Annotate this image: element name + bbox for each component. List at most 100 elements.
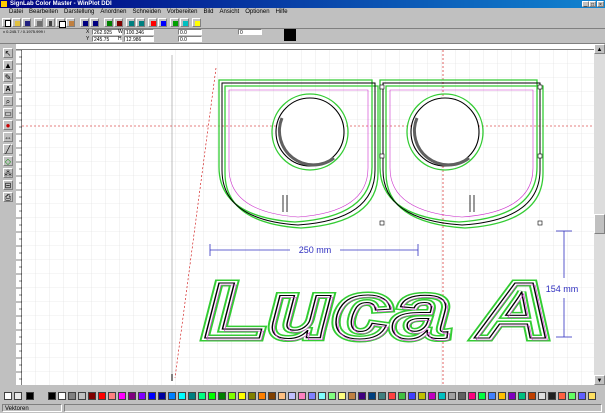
- scale-field[interactable]: 0: [238, 29, 262, 36]
- measure-icon[interactable]: ⇔: [3, 132, 13, 142]
- menu-item-datei[interactable]: Datei: [6, 8, 26, 17]
- palette-current-swatch[interactable]: [26, 392, 34, 400]
- menu-item-vorbereiten[interactable]: Vorbereiten: [164, 8, 201, 17]
- fill-button[interactable]: [158, 18, 167, 27]
- rectangle-icon[interactable]: ▭: [3, 108, 13, 118]
- palette-pattern-swatch[interactable]: [14, 392, 22, 400]
- palette-swatch[interactable]: [178, 392, 186, 400]
- weld-button[interactable]: [170, 18, 179, 27]
- palette-swatch[interactable]: [298, 392, 306, 400]
- palette-swatch[interactable]: [338, 392, 346, 400]
- close-button[interactable]: ×: [597, 1, 604, 8]
- weed-icon[interactable]: ⊟: [3, 180, 13, 190]
- palette-swatch[interactable]: [578, 392, 586, 400]
- palette-swatch[interactable]: [218, 392, 226, 400]
- palette-none-swatch[interactable]: [4, 392, 12, 400]
- palette-swatch[interactable]: [348, 392, 356, 400]
- node-edit-icon[interactable]: ▲: [3, 60, 13, 70]
- scroll-up-arrow-icon[interactable]: ▲: [594, 44, 605, 54]
- palette-swatch[interactable]: [128, 392, 136, 400]
- print-tool-icon[interactable]: ⎙: [3, 192, 13, 202]
- knife-icon[interactable]: ╱: [3, 144, 13, 154]
- palette-swatch[interactable]: [278, 392, 286, 400]
- undo-button[interactable]: [80, 18, 89, 27]
- palette-swatch[interactable]: [238, 392, 246, 400]
- palette-swatch[interactable]: [228, 392, 236, 400]
- menu-item-darstellung[interactable]: Darstellung: [61, 8, 97, 17]
- palette-swatch[interactable]: [588, 392, 596, 400]
- palette-swatch[interactable]: [138, 392, 146, 400]
- palette-swatch[interactable]: [198, 392, 206, 400]
- zoom-icon[interactable]: ⌕: [3, 96, 13, 106]
- contour-button[interactable]: [180, 18, 189, 27]
- palette-swatch[interactable]: [308, 392, 316, 400]
- zoom-out-button[interactable]: [136, 18, 145, 27]
- palette-swatch[interactable]: [458, 392, 466, 400]
- palette-swatch[interactable]: [368, 392, 376, 400]
- palette-swatch[interactable]: [118, 392, 126, 400]
- redo-button[interactable]: [90, 18, 99, 27]
- vertical-scrollbar[interactable]: ▲ ▼: [594, 44, 605, 385]
- palette-swatch[interactable]: [558, 392, 566, 400]
- palette-swatch[interactable]: [158, 392, 166, 400]
- palette-swatch[interactable]: [378, 392, 386, 400]
- open-file-button[interactable]: [12, 18, 21, 27]
- color-fill-icon[interactable]: ●: [3, 120, 13, 130]
- palette-swatch[interactable]: [268, 392, 276, 400]
- color-button[interactable]: [148, 18, 157, 27]
- palette-swatch[interactable]: [448, 392, 456, 400]
- menu-item-hilfe[interactable]: Hilfe: [273, 8, 291, 17]
- palette-swatch[interactable]: [358, 392, 366, 400]
- palette-swatch[interactable]: [418, 392, 426, 400]
- minimize-button[interactable]: _: [582, 1, 589, 8]
- palette-swatch[interactable]: [88, 392, 96, 400]
- palette-swatch[interactable]: [288, 392, 296, 400]
- palette-swatch[interactable]: [48, 392, 56, 400]
- text-tool-icon[interactable]: A: [3, 84, 13, 94]
- palette-swatch[interactable]: [258, 392, 266, 400]
- contour-icon[interactable]: ◇: [3, 156, 13, 166]
- palette-swatch[interactable]: [188, 392, 196, 400]
- maximize-button[interactable]: □: [589, 1, 596, 8]
- zoom-in-button[interactable]: [126, 18, 135, 27]
- palette-swatch[interactable]: [478, 392, 486, 400]
- width-field[interactable]: 100.346: [124, 29, 154, 36]
- palette-swatch[interactable]: [528, 392, 536, 400]
- palette-swatch[interactable]: [508, 392, 516, 400]
- palette-swatch[interactable]: [398, 392, 406, 400]
- eyedropper-icon[interactable]: ⁂: [3, 168, 13, 178]
- palette-swatch[interactable]: [328, 392, 336, 400]
- palette-swatch[interactable]: [438, 392, 446, 400]
- copy-button[interactable]: [56, 18, 66, 28]
- menu-item-optionen[interactable]: Optionen: [242, 8, 272, 17]
- new-file-button[interactable]: [2, 18, 11, 27]
- palette-swatch[interactable]: [318, 392, 326, 400]
- menu-item-bearbeiten[interactable]: Bearbeiten: [26, 8, 61, 17]
- lettering-luca-a[interactable]: Luca A Luca A Luca A Luca A: [200, 263, 557, 359]
- palette-swatch[interactable]: [148, 392, 156, 400]
- plot-button[interactable]: [104, 18, 113, 27]
- cut-button[interactable]: [46, 18, 55, 27]
- help-button[interactable]: [192, 18, 201, 27]
- palette-swatch[interactable]: [208, 392, 216, 400]
- palette-swatch[interactable]: [488, 392, 496, 400]
- menu-item-schneiden[interactable]: Schneiden: [129, 8, 163, 17]
- pen-icon[interactable]: ✎: [3, 72, 13, 82]
- slant-field[interactable]: 0.0: [178, 36, 202, 43]
- color-swatch[interactable]: [284, 29, 296, 41]
- palette-swatch[interactable]: [498, 392, 506, 400]
- palette-swatch[interactable]: [58, 392, 66, 400]
- angle-field[interactable]: 0.0: [178, 29, 202, 36]
- palette-swatch[interactable]: [568, 392, 576, 400]
- height-field[interactable]: 12.986: [124, 36, 154, 43]
- drawing-svg[interactable]: 250 mm 154 mm Luca A Luca A Luca A Luca …: [22, 50, 594, 385]
- menu-item-ansicht[interactable]: Ansicht: [217, 8, 243, 17]
- palette-swatch[interactable]: [78, 392, 86, 400]
- palette-swatch[interactable]: [518, 392, 526, 400]
- palette-swatch[interactable]: [98, 392, 106, 400]
- palette-swatch[interactable]: [168, 392, 176, 400]
- palette-swatch[interactable]: [248, 392, 256, 400]
- menu-item-bild[interactable]: Bild: [201, 8, 217, 17]
- cut-job-button[interactable]: [114, 18, 123, 27]
- palette-swatch[interactable]: [468, 392, 476, 400]
